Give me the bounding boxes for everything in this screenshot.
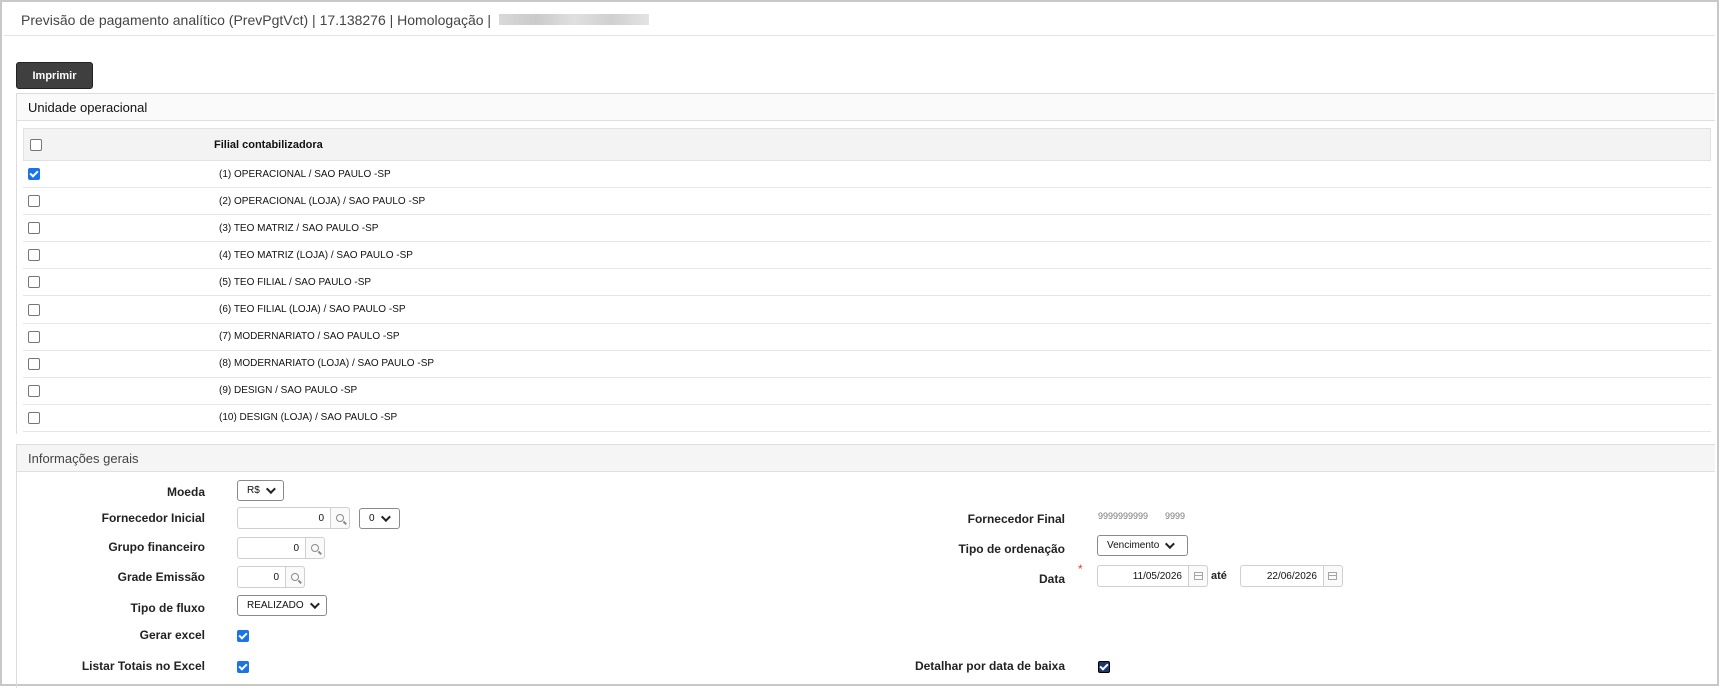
fornecedor-inicial-search-button[interactable] xyxy=(331,507,350,529)
row-checkbox[interactable] xyxy=(28,330,40,343)
table-row[interactable]: (7) MODERNARIATO / SAO PAULO -SP xyxy=(23,324,1711,351)
row-label: (1) OPERACIONAL / SAO PAULO -SP xyxy=(219,168,391,180)
grupo-financeiro-label: Grupo financeiro xyxy=(108,540,205,554)
row-label: (4) TEO MATRIZ (LOJA) / SAO PAULO -SP xyxy=(219,249,413,261)
chevron-down-icon xyxy=(265,484,276,495)
table-row[interactable]: (2) OPERACIONAL (LOJA) / SAO PAULO -SP xyxy=(23,188,1711,216)
window-title: Previsão de pagamento analítico (PrevPgt… xyxy=(21,11,492,28)
moeda-select[interactable]: R$ xyxy=(237,480,284,501)
chevron-down-icon xyxy=(309,599,320,610)
row-checkbox[interactable] xyxy=(28,357,40,370)
grupo-financeiro-search-button[interactable] xyxy=(306,537,325,559)
listar-totais-label: Listar Totais no Excel xyxy=(81,659,205,673)
data-to-input[interactable]: 22/06/2026 xyxy=(1239,565,1324,587)
unidade-operacional-title: Unidade operacional xyxy=(17,94,1715,121)
row-label: (5) TEO FILIAL / SAO PAULO -SP xyxy=(219,276,372,288)
fornecedor-final-value2: 9999 xyxy=(1165,511,1186,521)
ate-label: até xyxy=(1211,570,1227,582)
row-label: (9) DESIGN / SAO PAULO -SP xyxy=(219,385,358,397)
fornecedor-inicial-select[interactable]: 0 xyxy=(359,507,400,529)
detalhar-baixa-label: Detalhar por data de baixa xyxy=(914,659,1065,673)
fornecedor-final-label: Fornecedor Final xyxy=(967,512,1065,526)
row-label: (6) TEO FILIAL (LOJA) / SAO PAULO -SP xyxy=(219,304,406,315)
row-checkbox[interactable] xyxy=(28,303,40,316)
row-label: (2) OPERACIONAL (LOJA) / SAO PAULO -SP xyxy=(219,195,426,207)
row-checkbox[interactable] xyxy=(28,411,40,424)
tipo-ordenacao-label: Tipo de ordenação xyxy=(958,542,1065,556)
row-label: (7) MODERNARIATO / SAO PAULO -SP xyxy=(219,331,400,343)
data-label: Data xyxy=(1038,572,1065,586)
row-checkbox[interactable] xyxy=(28,168,40,180)
table-row[interactable]: (5) TEO FILIAL / SAO PAULO -SP xyxy=(23,269,1711,297)
gerar-excel-label: Gerar excel xyxy=(139,628,205,642)
fornecedor-inicial-select-value: 0 xyxy=(369,512,375,524)
row-label: (3) TEO MATRIZ / SAO PAULO -SP xyxy=(219,222,379,234)
tipo-ordenacao-value: Vencimento xyxy=(1107,540,1160,551)
app-window: Previsão de pagamento analítico (PrevPgt… xyxy=(0,0,1719,688)
chevron-down-icon xyxy=(380,511,391,522)
row-checkbox[interactable] xyxy=(28,384,40,397)
required-mark: * xyxy=(1078,562,1083,576)
unidade-operacional-section: Unidade operacional Filial contabilizado… xyxy=(16,93,1715,434)
fornecedor-inicial-input[interactable]: 0 xyxy=(237,507,331,529)
search-icon xyxy=(291,573,299,581)
row-label: (8) MODERNARIATO (LOJA) / SAO PAULO -SP xyxy=(219,358,435,370)
tipo-fluxo-select[interactable]: REALIZADO xyxy=(237,595,327,616)
listar-totais-checkbox[interactable] xyxy=(237,661,249,673)
row-checkbox[interactable] xyxy=(28,195,40,208)
grid-header: Filial contabilizadora xyxy=(23,128,1711,161)
detalhar-baixa-checkbox[interactable] xyxy=(1098,661,1110,673)
row-checkbox[interactable] xyxy=(28,222,40,235)
select-all-checkbox[interactable] xyxy=(30,138,42,151)
tipo-ordenacao-select[interactable]: Vencimento xyxy=(1097,535,1188,556)
row-label: (10) DESIGN (LOJA) / SAO PAULO -SP xyxy=(219,412,398,424)
fornecedor-inicial-label: Fornecedor Inicial xyxy=(101,511,205,525)
informacoes-gerais-title: Informações gerais xyxy=(17,445,1715,472)
table-row[interactable]: (3) TEO MATRIZ / SAO PAULO -SP xyxy=(23,215,1711,243)
column-header-filial: Filial contabilizadora xyxy=(214,138,323,151)
tipo-fluxo-label: Tipo de fluxo xyxy=(130,601,205,615)
search-icon xyxy=(311,544,319,552)
row-checkbox[interactable] xyxy=(28,249,40,262)
moeda-value: R$ xyxy=(247,485,260,496)
grade-emissao-input[interactable]: 0 xyxy=(237,566,286,588)
moeda-label: Moeda xyxy=(166,485,205,499)
grade-emissao-search-button[interactable] xyxy=(286,566,305,588)
table-row[interactable]: (4) TEO MATRIZ (LOJA) / SAO PAULO -SP xyxy=(23,242,1711,270)
fornecedor-final-value: 9999999999 xyxy=(1098,511,1149,521)
grade-emissao-label: Grade Emissão xyxy=(117,570,205,584)
search-icon xyxy=(336,514,344,522)
row-checkbox[interactable] xyxy=(28,276,40,289)
data-to-calendar-button[interactable] xyxy=(1323,565,1343,587)
window-title-bar: Previsão de pagamento analítico (PrevPgt… xyxy=(4,4,1715,36)
data-from-input[interactable]: 11/05/2026 xyxy=(1097,565,1189,587)
chevron-down-icon xyxy=(1165,539,1176,550)
calendar-icon xyxy=(1328,572,1338,580)
print-button[interactable]: Imprimir xyxy=(16,62,93,89)
calendar-icon xyxy=(1193,572,1203,580)
table-row[interactable]: (1) OPERACIONAL / SAO PAULO -SP xyxy=(23,161,1711,188)
table-row[interactable]: (8) MODERNARIATO (LOJA) / SAO PAULO -SP xyxy=(23,351,1711,378)
table-row[interactable]: (6) TEO FILIAL (LOJA) / SAO PAULO -SP xyxy=(23,297,1711,324)
grupo-financeiro-input[interactable]: 0 xyxy=(237,537,306,559)
data-from-calendar-button[interactable] xyxy=(1189,565,1208,587)
table-row[interactable]: (9) DESIGN / SAO PAULO -SP xyxy=(23,378,1711,405)
table-row[interactable]: (10) DESIGN (LOJA) / SAO PAULO -SP xyxy=(23,405,1711,432)
gerar-excel-checkbox[interactable] xyxy=(237,630,249,642)
redacted-environment xyxy=(499,14,650,25)
tipo-fluxo-value: REALIZADO xyxy=(247,600,304,611)
